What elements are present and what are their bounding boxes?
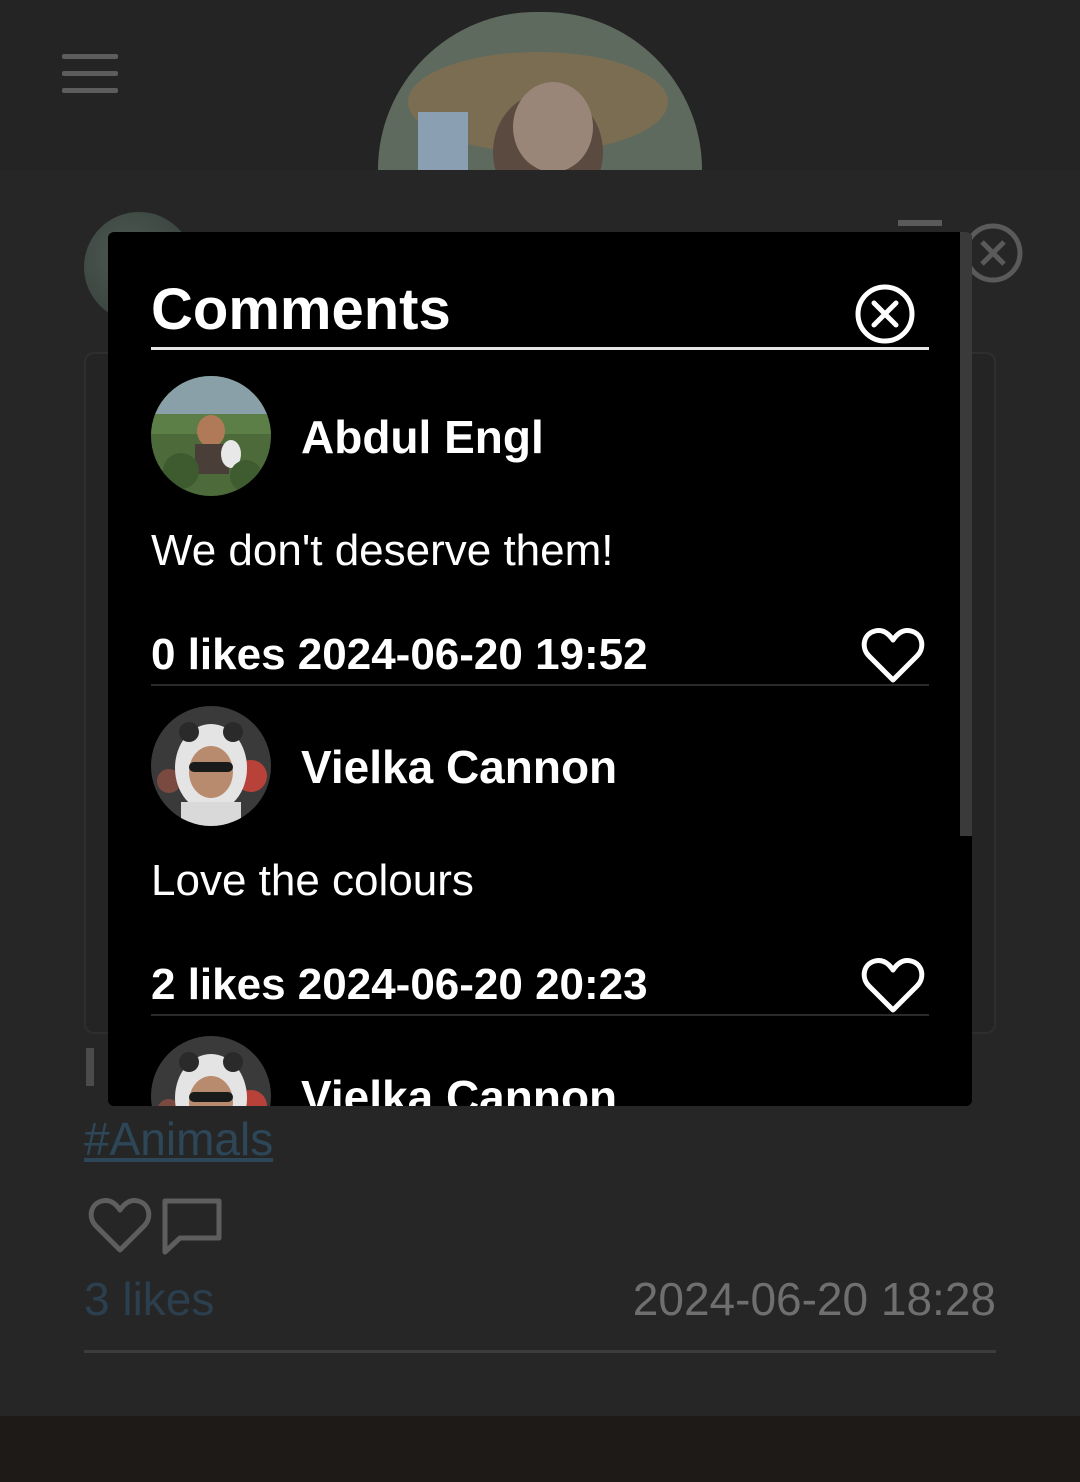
comment-author[interactable]: Abdul Engl — [301, 410, 544, 464]
post-hashtag-link[interactable]: #Animals — [84, 1112, 273, 1166]
avatar[interactable] — [151, 376, 271, 496]
menu-icon[interactable] — [62, 54, 118, 94]
modal-title: Comments — [151, 277, 451, 342]
comment-item: Abdul Engl We don't deserve them! 0 like… — [151, 356, 929, 686]
close-icon[interactable] — [853, 282, 917, 346]
comment-item: Vielka Cannon Love the colours 2 likes 2… — [151, 686, 929, 1016]
comments-list: Abdul Engl We don't deserve them! 0 like… — [151, 356, 929, 1106]
comment-author[interactable]: Vielka Cannon — [301, 1070, 617, 1106]
scrollbar[interactable] — [960, 232, 972, 836]
comment-meta: 0 likes 2024-06-20 19:52 — [151, 630, 648, 679]
post-likes-count[interactable]: 3 likes — [84, 1272, 214, 1326]
heart-icon[interactable] — [861, 626, 925, 686]
post-date: 2024-06-20 18:28 — [632, 1273, 996, 1325]
comment-author[interactable]: Vielka Cannon — [301, 740, 617, 794]
comment-meta: 2 likes 2024-06-20 20:23 — [151, 960, 648, 1009]
avatar[interactable] — [151, 1036, 271, 1106]
comment-text: We don't deserve them! — [151, 526, 614, 575]
next-post-preview — [0, 1416, 1080, 1482]
heart-icon[interactable] — [88, 1196, 152, 1256]
comment-icon[interactable] — [160, 1196, 224, 1258]
comment-text: Love the colours — [151, 856, 474, 905]
avatar[interactable] — [151, 706, 271, 826]
comments-modal: Comments Abdul Engl We don't deserve the… — [108, 232, 972, 1106]
comment-item: Vielka Cannon — [151, 1016, 929, 1106]
divider — [84, 1350, 996, 1353]
post-caption — [86, 1048, 94, 1086]
heart-icon[interactable] — [861, 956, 925, 1016]
modal-header: Comments — [151, 272, 929, 350]
